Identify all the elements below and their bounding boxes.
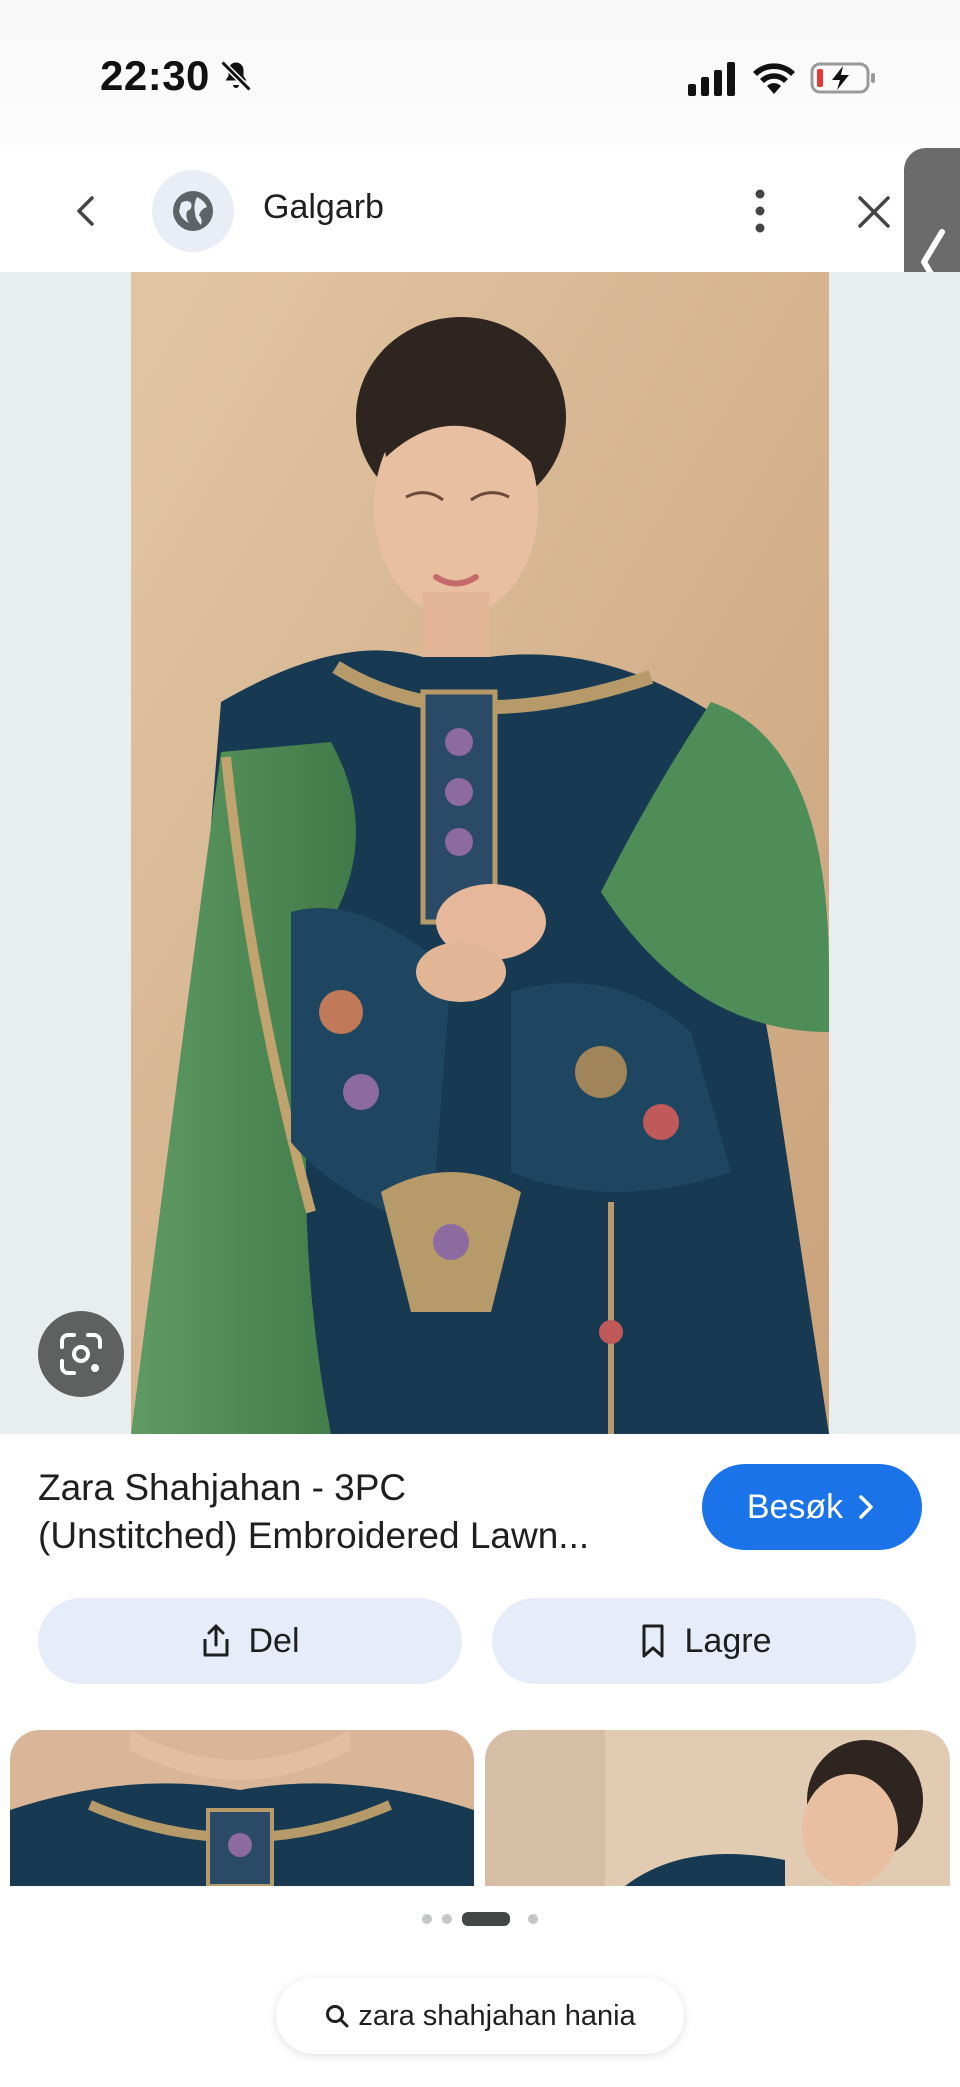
- site-name[interactable]: Galgarb: [263, 188, 384, 227]
- carousel-dot: [422, 1914, 432, 1924]
- image-viewer: [0, 272, 960, 1434]
- status-time: 22:30: [100, 52, 210, 99]
- close-icon[interactable]: [850, 188, 898, 236]
- result-title-line-2: (Unstitched) Embroidered Lawn...: [38, 1515, 590, 1556]
- google-lens-button[interactable]: [38, 1311, 124, 1397]
- related-image-1[interactable]: [10, 1730, 474, 1886]
- carousel-indicator: [420, 1912, 540, 1926]
- result-info-panel: Zara Shahjahan - 3PC (Unstitched) Embroi…: [0, 1434, 960, 2087]
- result-title-line-1: Zara Shahjahan - 3PC: [38, 1467, 407, 1508]
- carousel-dot: [442, 1914, 452, 1924]
- carousel-dot-active: [462, 1912, 510, 1926]
- site-favicon: [152, 170, 234, 252]
- bell-off-icon: [220, 60, 252, 92]
- visit-button[interactable]: Besøk: [702, 1464, 922, 1550]
- carousel-dot: [528, 1914, 538, 1924]
- image-result-page: 22:30 Galgarb Zara Shahjahan - 3PC (Unst…: [0, 0, 960, 2087]
- search-query-text: zara shahjahan hania: [358, 1999, 636, 2032]
- chevron-right-icon: [859, 1495, 873, 1519]
- share-icon: [203, 1624, 229, 1657]
- share-button[interactable]: Del: [38, 1598, 462, 1684]
- share-button-label: Del: [248, 1621, 300, 1660]
- search-query-pill[interactable]: zara shahjahan hania: [276, 1978, 684, 2054]
- globe-icon: [173, 191, 213, 231]
- back-arrow-icon[interactable]: [62, 186, 112, 236]
- save-button[interactable]: Lagre: [492, 1598, 916, 1684]
- search-icon: [326, 2005, 349, 2028]
- viewer-header: Galgarb: [0, 150, 960, 272]
- status-bar: 22:30: [0, 0, 960, 150]
- related-image-2[interactable]: [485, 1730, 950, 1886]
- main-product-image[interactable]: [131, 272, 829, 1434]
- more-vert-icon[interactable]: [740, 184, 780, 238]
- wifi-icon: [753, 63, 795, 94]
- bookmark-icon: [642, 1624, 664, 1658]
- save-button-label: Lagre: [684, 1621, 772, 1660]
- lens-icon: [60, 1333, 102, 1375]
- result-title[interactable]: Zara Shahjahan - 3PC (Unstitched) Embroi…: [38, 1464, 678, 1560]
- cellular-signal-icon: [688, 62, 735, 96]
- visit-button-label: Besøk: [746, 1487, 844, 1526]
- battery-charging-icon: [810, 62, 875, 94]
